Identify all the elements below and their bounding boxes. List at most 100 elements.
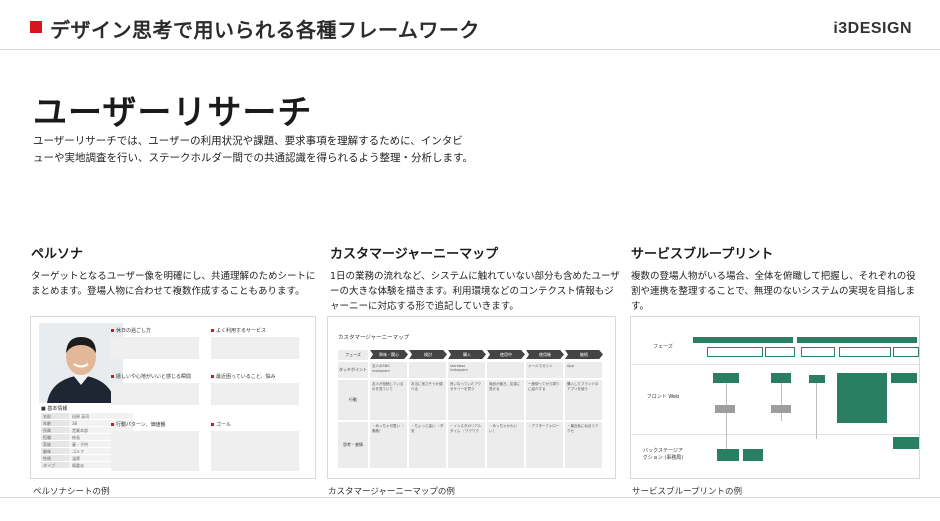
- info-key: 所属: [41, 427, 69, 433]
- info-key: 趣味: [41, 448, 69, 454]
- info-row: 名前 田原 英司: [41, 413, 133, 420]
- blueprint-thumbnail: フェーズ フロント Web バックステージアクション (事務局): [630, 316, 920, 479]
- blueprint-card: [809, 375, 825, 383]
- journey-cell: storebox instagram: [448, 362, 485, 378]
- persona-block-heading: ゴール: [211, 421, 299, 428]
- phase-bar: [797, 337, 917, 343]
- info-value: 田原 英司: [69, 413, 133, 419]
- column-title: ペルソナ: [31, 247, 84, 262]
- journey-cell: 良いなっていたアクセサリーを買う: [448, 380, 485, 420]
- phase-arrow: 継続: [565, 350, 603, 359]
- blueprint-card: [893, 437, 919, 449]
- connector-line: [781, 377, 782, 421]
- journey-cell: ・アフターフォロー: [526, 422, 563, 468]
- persona-block-body: [211, 337, 299, 359]
- phase-arrow: 検討: [409, 350, 447, 359]
- info-key: 年齢: [41, 420, 69, 426]
- blueprint-card: [717, 449, 739, 461]
- page-header: デザイン思考で用いられる各種フレームワーク i3DESIGN: [0, 0, 940, 50]
- phase-row: フェーズ 興味・関心 検討 購入 使用中 使用後 継続: [338, 350, 604, 360]
- column-blueprint: サービスブループリント 複数の登場人物がいる場合、全体を俯瞰して把握し、それぞれ…: [631, 243, 921, 314]
- phase-label: フェーズ: [338, 350, 368, 360]
- journey-cell: 友人のSNS instagram: [370, 362, 407, 378]
- page-title: ユーザーリサーチ: [33, 93, 313, 133]
- info-key: タイプ: [41, 462, 69, 468]
- lane-label: フェーズ: [653, 344, 673, 350]
- column-description: ターゲットとなるユーザー像を明確にし、共通理解のためシートにまとめます。登場人物…: [31, 271, 316, 297]
- journey-map-thumbnail: カスタマージャーニーマップ フェーズ 興味・関心 検討 購入 使用中 使用後 継…: [327, 316, 616, 479]
- info-key: 家族: [41, 441, 69, 447]
- blueprint-card-gray: [771, 405, 791, 413]
- header-title: デザイン思考で用いられる各種フレームワーク: [50, 18, 480, 42]
- info-key: 役職: [41, 434, 69, 440]
- connector-line: [816, 379, 817, 439]
- persona-block-body: [211, 431, 299, 471]
- persona-block-body: [111, 431, 199, 471]
- header-accent-square: [30, 21, 42, 33]
- journey-row: 思考・感情 ・めっちゃ可愛い ・素敵！ ・ちょっと高い ・不安 ・インスタのリア…: [338, 422, 604, 468]
- phase-step: [707, 347, 763, 357]
- brand-logo: i3DESIGN: [833, 20, 912, 37]
- info-key: 性格: [41, 455, 69, 461]
- phase-arrow: 使用後: [526, 350, 564, 359]
- persona-block-heading: 嬉しいや心地がいいと感じる瞬間: [111, 373, 199, 380]
- phase-step: [893, 347, 919, 357]
- caption-blueprint: サービスブループリントの例: [632, 487, 742, 497]
- phase-arrow: 購入: [448, 350, 486, 359]
- blueprint-card-large: [837, 373, 887, 423]
- persona-block-heading: よく利用するサービス: [211, 327, 299, 334]
- lane-label: フロント Web: [646, 394, 680, 400]
- journey-cell: 商品が届き、友達に見せる: [487, 380, 524, 420]
- caption-persona: ペルソナシートの例: [33, 487, 110, 497]
- blueprint-lane: バックステージアクション (事務局): [631, 435, 919, 478]
- persona-block-body: [211, 383, 299, 405]
- phase-step: [765, 347, 795, 357]
- persona-block-heading: 最近困っていること、悩み: [211, 373, 299, 380]
- journey-cell: ・インスタのリアルタイム ・ワクワク: [448, 422, 485, 468]
- journey-cell: [409, 362, 446, 378]
- persona-block: よく利用するサービス: [211, 327, 299, 359]
- column-description: 複数の登場人物がいる場合、全体を俯瞰して把握し、それぞれの役割や連携を整理するこ…: [631, 271, 916, 312]
- caption-journey-map: カスタマージャーニーマップの例: [328, 487, 455, 497]
- phase-step: [801, 347, 835, 357]
- phase-step: [839, 347, 891, 357]
- persona-block: ゴール: [211, 421, 299, 471]
- column-description: 1日の業務の流れなど、システムに触れていない部分も含めたユーザーの大きな体験を描…: [330, 271, 620, 312]
- lead-text: ユーザーリサーチでは、ユーザーの利用状況や課題、要求事項を理解するために、インタ…: [33, 135, 473, 164]
- bottom-divider: [0, 497, 940, 498]
- phase-arrow: 使用中: [487, 350, 525, 359]
- blueprint-card: [891, 373, 917, 383]
- journey-cell: App: [565, 362, 602, 378]
- persona-block-body: [111, 337, 199, 359]
- lane-label: バックステージアクション (事務局): [642, 448, 684, 461]
- blueprint-card: [743, 449, 763, 461]
- journey-cell: ・めっちゃ可愛い ・素敵！: [370, 422, 407, 468]
- blueprint-card-gray: [715, 405, 735, 413]
- journey-cell: 本当に良さそうか調べる: [409, 380, 446, 420]
- persona-block-body: [111, 383, 199, 405]
- journey-cell: [487, 362, 524, 378]
- journey-map-grid: フェーズ 興味・関心 検討 購入 使用中 使用後 継続 タッチポイント 友人のS…: [338, 350, 604, 470]
- column-journey-map: カスタマージャーニーマップ 1日の業務の流れなど、システムに触れていない部分も含…: [330, 243, 620, 314]
- blueprint-card: [771, 373, 791, 383]
- journey-map-title: カスタマージャーニーマップ: [338, 335, 410, 341]
- phase-bar: [693, 337, 793, 343]
- journey-cell: ・めっちゃかわいい！: [487, 422, 524, 468]
- journey-cell: ・ちょっと高い ・不安: [409, 422, 446, 468]
- persona-block: 最近困っていること、悩み: [211, 373, 299, 405]
- journey-cell: 友人が投稿しているのを見ていて: [370, 380, 407, 420]
- column-persona: ペルソナ ターゲットとなるユーザー像を明確にし、共通理解のためシートにまとめます…: [31, 243, 321, 299]
- journey-cell: 購入したブランドのアプリを使う: [565, 380, 602, 420]
- journey-row: タッチポイント 友人のSNS instagram storebox instag…: [338, 362, 604, 378]
- persona-block: 行動パターン、価値観: [111, 421, 199, 471]
- phase-arrow: 興味・関心: [370, 350, 408, 359]
- row-label: タッチポイント: [338, 362, 368, 378]
- row-label: 思考・感情: [338, 422, 368, 468]
- persona-block: 嬉しいや心地がいいと感じる瞬間: [111, 373, 199, 405]
- row-label: 行動: [338, 380, 368, 420]
- blueprint-card: [713, 373, 739, 383]
- info-key: 名前: [41, 413, 69, 419]
- info-heading: ■ 基本情報: [41, 406, 68, 412]
- persona-sheet-thumbnail: ■ 基本情報 名前 田原 英司 年齢 38 所属 営業本部 役職 係長 家族 妻・子供 趣…: [30, 316, 316, 479]
- journey-cell: ・最近私に似合うアクセ: [565, 422, 602, 468]
